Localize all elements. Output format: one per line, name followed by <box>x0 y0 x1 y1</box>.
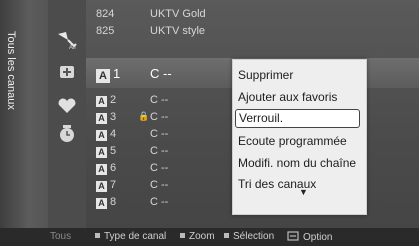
menu-item-timer-viewing[interactable]: Ecoute programmée <box>238 134 347 148</box>
menu-item-edit-channel-name[interactable]: Modifi. nom du chaîne <box>238 156 356 170</box>
analog-badge: A <box>96 147 107 158</box>
satellite-icon[interactable]: All <box>56 30 78 50</box>
channel-num: 5 <box>110 145 117 157</box>
list-item[interactable]: A3 🔒 C -- <box>86 111 226 125</box>
status-label: Type de canal <box>104 231 167 242</box>
channel-name: C -- <box>150 162 169 174</box>
status-tous: Tous <box>50 231 72 242</box>
channel-num: 8 <box>110 196 117 208</box>
channel-list-screen: Tous les canaux All 824 UKTV Gold 825 UK… <box>0 0 419 246</box>
channel-number: 824 <box>96 8 115 20</box>
square-icon <box>180 233 185 238</box>
channel-number: A4 <box>96 128 116 141</box>
sidebar: Tous les canaux <box>0 0 49 228</box>
channel-number: A7 <box>96 179 116 192</box>
channel-number-selected: A1 <box>96 66 120 83</box>
status-label: Sélection <box>233 231 275 242</box>
clock-icon[interactable] <box>56 124 78 144</box>
channel-number: A5 <box>96 145 116 158</box>
menu-item-delete[interactable]: Supprimer <box>238 68 293 82</box>
list-item[interactable]: A2 C -- <box>86 94 226 108</box>
list-item[interactable]: A7 C -- <box>86 179 226 193</box>
channel-num: 7 <box>110 179 117 191</box>
status-option: Option <box>287 231 332 243</box>
square-icon <box>224 233 229 238</box>
add-channel-icon[interactable] <box>56 62 78 82</box>
scroll-down-icon[interactable]: ▼ <box>299 187 308 197</box>
channel-name: C -- <box>150 196 169 208</box>
svg-text:All: All <box>69 45 76 50</box>
channel-number: 825 <box>96 25 115 37</box>
menu-item-add-favorites[interactable]: Ajouter aux favoris <box>238 90 337 104</box>
sidebar-label: Tous les canaux <box>5 31 17 110</box>
list-item[interactable]: 825 UKTV style <box>86 25 386 39</box>
channel-name: UKTV Gold <box>150 8 206 20</box>
status-label: Zoom <box>189 231 215 242</box>
channel-name: C -- <box>150 128 169 140</box>
channel-number: A2 <box>96 94 116 107</box>
analog-badge: A <box>96 198 107 209</box>
list-item[interactable]: 824 UKTV Gold <box>86 8 386 22</box>
square-icon <box>95 233 100 238</box>
analog-badge: A <box>96 181 107 192</box>
channel-num: 6 <box>110 162 117 174</box>
status-bar: Tous Type de canal Zoom Sélection Option <box>0 228 419 246</box>
channel-name: UKTV style <box>150 25 206 37</box>
menu-item-lock[interactable]: Verrouil. <box>235 109 360 128</box>
channel-num: 4 <box>110 128 117 140</box>
sidebar-label-container: Tous les canaux <box>4 26 18 110</box>
channel-number: A8 <box>96 196 116 209</box>
lock-icon: 🔒 <box>138 111 150 121</box>
context-menu: Supprimer Ajouter aux favoris Verrouil. … <box>232 59 367 215</box>
analog-badge: A <box>96 164 107 175</box>
analog-badge: A <box>96 113 107 124</box>
channel-name: C -- <box>150 94 169 106</box>
channel-name: C -- <box>150 111 169 123</box>
status-channel-type: Type de canal <box>95 231 166 242</box>
list-item[interactable]: A5 C -- <box>86 145 226 159</box>
channel-name: C -- <box>150 145 169 157</box>
channel-number: A3 <box>96 111 116 124</box>
channel-number: 1 <box>113 66 121 81</box>
analog-badge: A <box>96 130 107 141</box>
analog-badge: A <box>96 69 110 83</box>
channel-num: 3 <box>110 111 117 123</box>
channel-name: C -- <box>150 66 172 81</box>
status-zoom: Zoom <box>180 231 215 242</box>
channel-num: 2 <box>110 94 117 106</box>
channel-name: C -- <box>150 179 169 191</box>
analog-badge: A <box>96 96 107 107</box>
status-selection: Sélection <box>224 231 274 242</box>
status-label: Option <box>303 232 333 243</box>
list-item[interactable]: A8 C -- <box>86 196 226 210</box>
list-item[interactable]: A6 C -- <box>86 162 226 176</box>
tools-icon <box>287 231 299 241</box>
favorite-heart-icon[interactable] <box>56 96 78 116</box>
icon-column: All <box>48 0 86 228</box>
list-item[interactable]: A4 C -- <box>86 128 226 142</box>
channel-number: A6 <box>96 162 116 175</box>
